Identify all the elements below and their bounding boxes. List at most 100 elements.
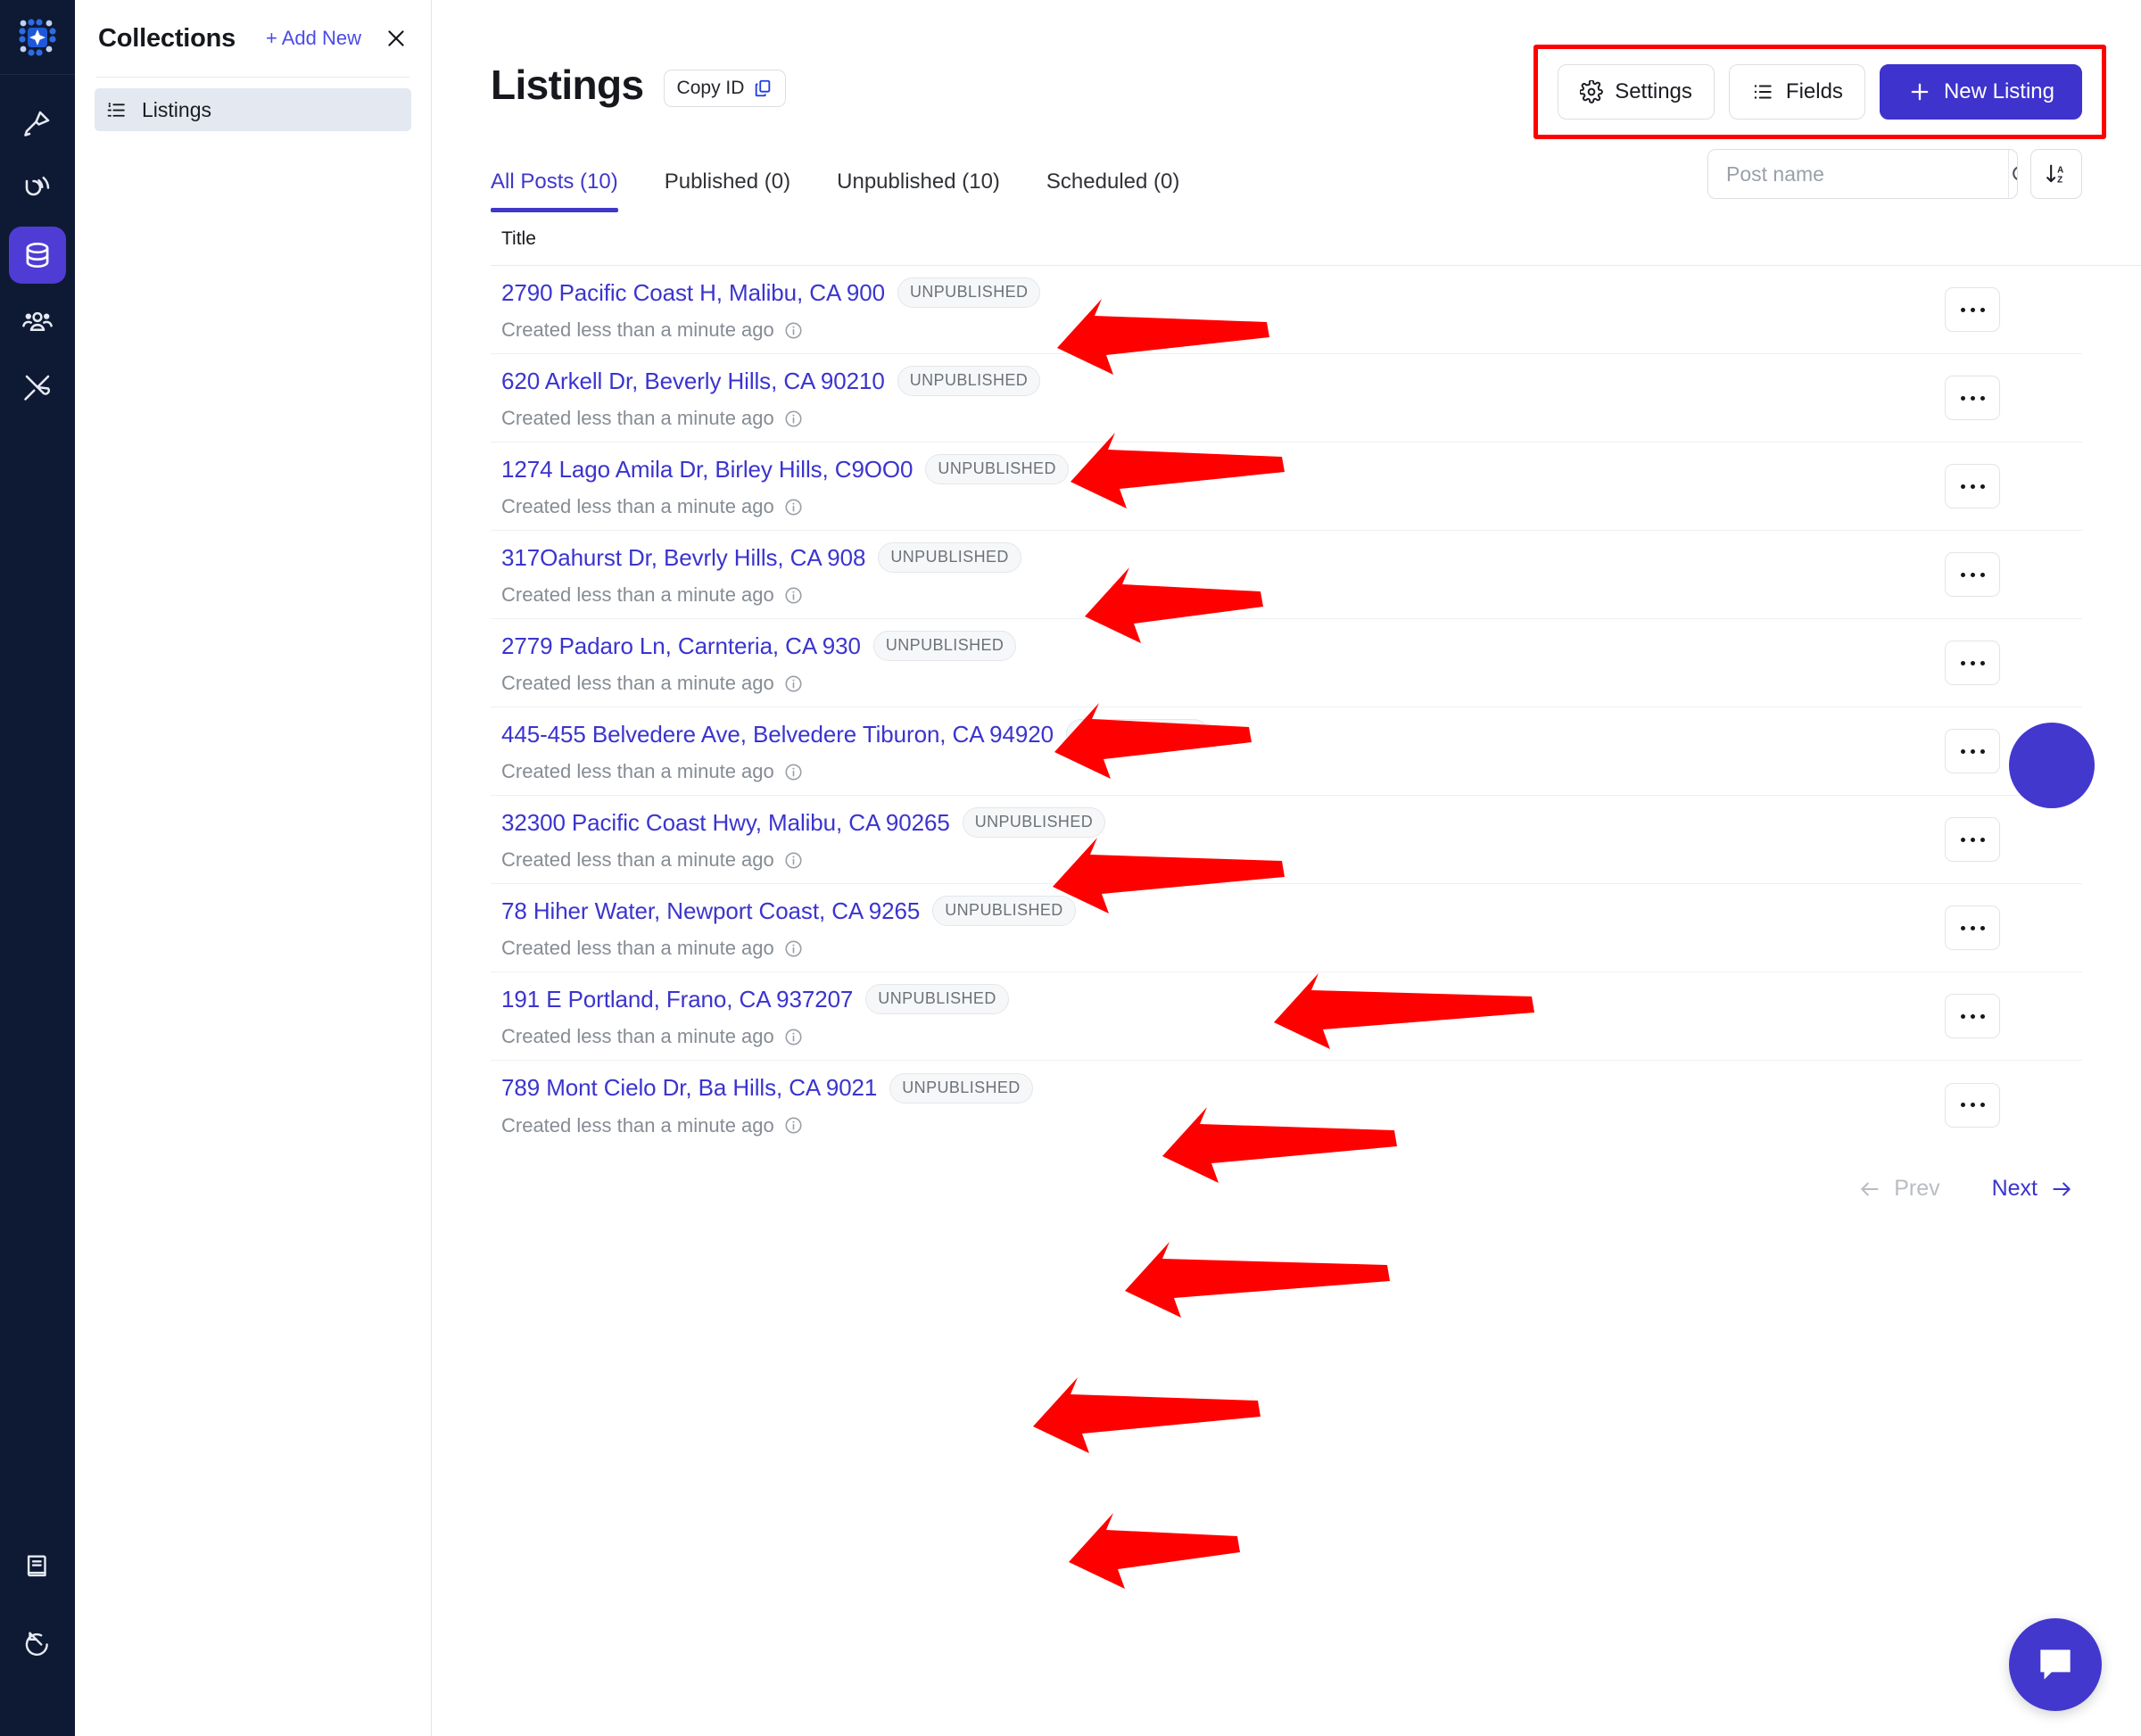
add-new-collection-button[interactable]: + Add New: [266, 27, 361, 50]
row-content: 191 E Portland, Frano, CA 937207 UNPUBLIS…: [491, 984, 1009, 1048]
row-meta-text: Created less than a minute ago: [501, 937, 774, 959]
listing-title-link[interactable]: 2790 Pacific Coast H, Malibu, CA 900: [501, 279, 885, 307]
info-icon: [785, 586, 802, 604]
tab-published[interactable]: Published (0): [665, 169, 790, 212]
row-actions-menu-button[interactable]: [1945, 464, 2000, 508]
rail-item-users[interactable]: [9, 293, 66, 350]
ellipsis-icon: [1970, 748, 1975, 754]
ellipsis-icon: [1960, 660, 1965, 665]
rail-item-database[interactable]: [9, 227, 66, 284]
sort-button[interactable]: A Z: [2030, 149, 2082, 199]
listing-title-link[interactable]: 191 E Portland, Frano, CA 937207: [501, 986, 853, 1013]
status-badge: UNPUBLISHED: [925, 454, 1069, 484]
tab-all-posts[interactable]: All Posts (10): [491, 169, 618, 212]
fields-button[interactable]: Fields: [1728, 64, 1865, 120]
row-actions-menu-button[interactable]: [1945, 1082, 2000, 1128]
search-input[interactable]: [1708, 150, 2008, 198]
table-row[interactable]: 2779 Padaro Ln, Carnteria, CA 930 UNPUBLI…: [491, 619, 2082, 707]
table-row[interactable]: 191 E Portland, Frano, CA 937207 UNPUBLIS…: [491, 972, 2082, 1061]
row-actions-menu-button[interactable]: [1945, 905, 2000, 950]
svg-text:A: A: [2057, 165, 2063, 175]
sidebar-item-listings[interactable]: Listings: [95, 88, 411, 131]
listing-title-link[interactable]: 78 Hiher Water, Newport Coast, CA 9265: [501, 897, 920, 925]
ellipsis-icon: [1970, 1013, 1975, 1019]
settings-button[interactable]: Settings: [1558, 64, 1715, 120]
listing-title-link[interactable]: 32300 Pacific Coast Hwy, Malibu, CA 9026…: [501, 809, 950, 837]
table-row[interactable]: 2790 Pacific Coast H, Malibu, CA 900 UNPU…: [491, 266, 2082, 354]
table-row[interactable]: 317Oahurst Dr, Bevrly Hills, CA 908 UNPUB…: [491, 531, 2082, 619]
close-collections-button[interactable]: [384, 27, 408, 50]
row-actions-menu-button[interactable]: [1945, 994, 2000, 1038]
row-title-line: 445-455 Belvedere Ave, Belvedere Tiburon…: [501, 719, 1210, 749]
row-actions-menu-button[interactable]: [1945, 287, 2000, 332]
listing-title-link[interactable]: 445-455 Belvedere Ave, Belvedere Tiburon…: [501, 721, 1054, 748]
rail-item-tools[interactable]: [9, 359, 66, 416]
listing-title-link[interactable]: 789 Mont Cielo Dr, Ba Hills, CA 9021: [501, 1074, 877, 1102]
row-content: 789 Mont Cielo Dr, Ba Hills, CA 9021 UNPU…: [491, 1072, 1033, 1137]
users-icon: [22, 311, 53, 332]
ellipsis-icon: [1970, 1103, 1975, 1107]
ellipsis-icon: [1970, 395, 1975, 401]
rail-item-signal[interactable]: [9, 161, 66, 218]
new-listing-label: New Listing: [1943, 79, 2054, 103]
table-row[interactable]: 789 Mont Cielo Dr, Ba Hills, CA 9021 UNPU…: [491, 1061, 2082, 1149]
chat-launcher-button[interactable]: [2009, 1618, 2102, 1711]
rail-item-docs[interactable]: [9, 1538, 66, 1595]
ellipsis-icon: [1960, 395, 1965, 401]
prev-page-label: Prev: [1894, 1176, 1940, 1201]
new-listing-button[interactable]: New Listing: [1879, 64, 2082, 120]
copy-id-button[interactable]: Copy ID: [663, 70, 787, 107]
row-meta-text: Created less than a minute ago: [501, 1025, 774, 1047]
row-title-line: 32300 Pacific Coast Hwy, Malibu, CA 9026…: [501, 807, 1106, 838]
tab-scheduled[interactable]: Scheduled (0): [1046, 169, 1179, 212]
listing-title-link[interactable]: 2779 Padaro Ln, Carnteria, CA 930: [501, 632, 861, 660]
tab-unpublished[interactable]: Unpublished (10): [837, 169, 1000, 212]
ellipsis-icon: [1970, 484, 1975, 489]
row-actions-menu-button[interactable]: [1945, 376, 2000, 420]
next-page-button[interactable]: Next: [1992, 1176, 2073, 1202]
row-content: 620 Arkell Dr, Beverly Hills, CA 90210 UN…: [491, 366, 1041, 430]
floating-blob[interactable]: [2009, 723, 2095, 808]
row-actions-menu-button[interactable]: [1945, 817, 2000, 862]
rail-icon-list: [9, 75, 66, 416]
ellipsis-icon: [1980, 837, 1985, 842]
row-actions-menu-button[interactable]: [1945, 641, 2000, 685]
page-header: Listings Copy ID Settings Fields New Lis…: [491, 0, 2106, 139]
ellipsis-icon: [1960, 1013, 1965, 1019]
rail-item-designer[interactable]: [9, 95, 66, 152]
row-actions-menu-button[interactable]: [1945, 729, 2000, 773]
row-title-line: 317Oahurst Dr, Bevrly Hills, CA 908 UNPUB…: [501, 542, 1021, 573]
close-icon: [388, 30, 404, 46]
table-row[interactable]: 78 Hiher Water, Newport Coast, CA 9265 UN…: [491, 884, 2082, 972]
row-meta: Created less than a minute ago: [501, 760, 1209, 783]
ellipsis-icon: [1970, 837, 1975, 842]
row-title-line: 2790 Pacific Coast H, Malibu, CA 900 UNPU…: [501, 277, 1041, 308]
row-actions-menu-button[interactable]: [1945, 552, 2000, 597]
designer-pen-icon: [24, 111, 50, 136]
row-title-line: 1274 Lago Amila Dr, Birley Hills, C9OO0 U…: [501, 454, 1069, 484]
table-row[interactable]: 445-455 Belvedere Ave, Belvedere Tiburon…: [491, 707, 2082, 796]
ellipsis-icon: [1970, 572, 1975, 577]
listing-title-link[interactable]: 620 Arkell Dr, Beverly Hills, CA 90210: [501, 368, 885, 395]
rail-bottom-icons: [0, 1538, 75, 1672]
info-icon: [785, 498, 802, 516]
table-row[interactable]: 620 Arkell Dr, Beverly Hills, CA 90210 UN…: [491, 354, 2082, 442]
listing-title-link[interactable]: 317Oahurst Dr, Bevrly Hills, CA 908: [501, 544, 865, 572]
table-row[interactable]: 1274 Lago Amila Dr, Birley Hills, C9OO0 U…: [491, 442, 2082, 531]
ellipsis-icon: [1970, 307, 1975, 312]
row-content: 78 Hiher Water, Newport Coast, CA 9265 UN…: [491, 896, 1076, 960]
rail-item-history[interactable]: [9, 1615, 66, 1672]
prev-page-button[interactable]: Prev: [1858, 1176, 1940, 1202]
table-body: 2790 Pacific Coast H, Malibu, CA 900 UNPU…: [491, 266, 2082, 1149]
ellipsis-icon: [1960, 837, 1965, 842]
app-logo[interactable]: [0, 0, 75, 75]
info-icon: [785, 321, 802, 339]
copy-id-label: Copy ID: [676, 78, 745, 98]
row-title-line: 191 E Portland, Frano, CA 937207 UNPUBLIS…: [501, 984, 1009, 1014]
table-row[interactable]: 32300 Pacific Coast Hwy, Malibu, CA 9026…: [491, 796, 2082, 884]
search-submit-button[interactable]: [2008, 150, 2017, 198]
ellipsis-icon: [1980, 395, 1985, 401]
listing-title-link[interactable]: 1274 Lago Amila Dr, Birley Hills, C9OO0: [501, 456, 913, 484]
collections-panel: Collections + Add New Listings: [75, 0, 432, 1736]
arrow-right-icon: [2053, 1182, 2071, 1195]
